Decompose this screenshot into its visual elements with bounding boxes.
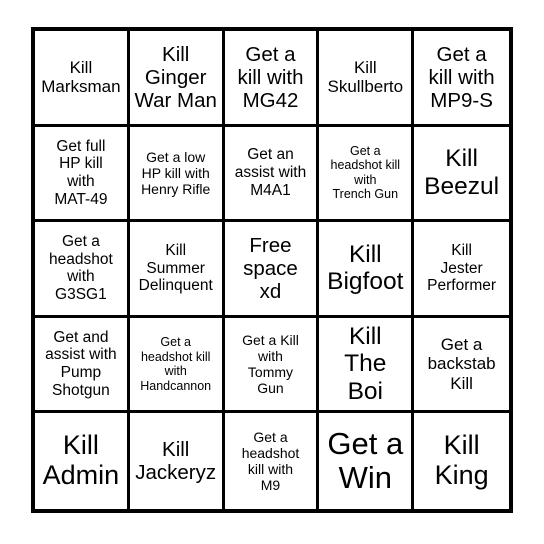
bingo-cell[interactable]: Get and assist with Pump Shotgun (35, 317, 130, 414)
bingo-cell-label: Get a Kill with Tommy Gun (242, 331, 299, 397)
bingo-cell-label: Kill Jackeryz (135, 438, 217, 485)
bingo-cell-label: Get an assist with M4A1 (234, 146, 307, 199)
bingo-cell[interactable]: Get an assist with M4A1 (224, 126, 320, 223)
bingo-cell-label: Get a kill with MG42 (237, 42, 304, 112)
bingo-cell-label: Get a headshot kill with M9 (241, 429, 300, 494)
bingo-cell-label: Free space xd (243, 233, 298, 304)
bingo-cell[interactable]: Kill Skullberto (319, 31, 415, 127)
bingo-cell[interactable]: Get a headshot kill with M9 (224, 413, 320, 509)
bingo-cell-label: Get a headshot kill with Trench Gun (330, 143, 401, 202)
bingo-cell[interactable]: Get a kill with MG42 (224, 31, 320, 127)
bingo-cell-free-space[interactable]: Free space xd (224, 222, 320, 318)
bingo-cell-label: Kill Marksman (41, 57, 121, 97)
bingo-cell[interactable]: Get a headshot kill with Trench Gun (319, 126, 415, 223)
bingo-cell-label: Kill Beezul (424, 145, 500, 200)
bingo-cell-label: Get full HP kill with MAT-49 (54, 137, 108, 208)
bingo-cell[interactable]: Kill Summer Delinquent (129, 222, 225, 318)
bingo-cell-label: Kill King (434, 430, 489, 491)
bingo-cell-label: Get a headshot with G3SG1 (49, 233, 113, 304)
bingo-cell[interactable]: Kill Admin (35, 413, 130, 509)
bingo-cell-label: Kill Ginger War Man (134, 42, 217, 112)
bingo-cell[interactable]: Kill Jackeryz (129, 413, 225, 509)
bingo-cell-label: Get a kill with MP9-S (428, 42, 495, 112)
bingo-cell[interactable]: Get a headshot with G3SG1 (35, 222, 130, 318)
bingo-cell[interactable]: Kill Bigfoot (319, 222, 415, 318)
bingo-cell[interactable]: Get a backstab Kill (414, 317, 509, 414)
bingo-cell-label: Get and assist with Pump Shotgun (45, 328, 117, 399)
bingo-cell[interactable]: Get a Win (319, 413, 415, 509)
bingo-cell[interactable]: Get a low HP kill with Henry Rifle (129, 126, 225, 223)
bingo-cell[interactable]: Kill Marksman (35, 31, 130, 127)
bingo-cell[interactable]: Get a headshot kill with Handcannon (129, 317, 225, 414)
bingo-cell-label: Kill Jester Performer (427, 242, 497, 295)
bingo-cell[interactable]: Kill Beezul (414, 126, 509, 223)
bingo-cell-label: Get a low HP kill with Henry Rifle (141, 148, 211, 197)
bingo-cell[interactable]: Kill The Boi (319, 317, 415, 414)
bingo-cell-label: Get a backstab Kill (427, 335, 496, 393)
bingo-cell[interactable]: Get full HP kill with MAT-49 (35, 126, 130, 223)
bingo-cell[interactable]: Kill Jester Performer (414, 222, 509, 318)
bingo-cell-label: Kill Skullberto (327, 57, 404, 97)
bingo-cell[interactable]: Kill Ginger War Man (129, 31, 225, 127)
bingo-cell[interactable]: Get a Kill with Tommy Gun (224, 317, 320, 414)
bingo-cell-label: Get a headshot kill with Handcannon (140, 335, 212, 393)
bingo-cell-label: Kill The Boi (344, 322, 387, 405)
bingo-cell-label: Get a Win (327, 426, 404, 496)
bingo-cell-label: Kill Bigfoot (327, 241, 404, 296)
bingo-cell[interactable]: Get a kill with MP9-S (414, 31, 509, 127)
bingo-cell[interactable]: Kill King (414, 413, 509, 509)
bingo-card-grid: Kill Marksman Kill Ginger War Man Get a ki… (31, 27, 513, 513)
bingo-cell-label: Kill Summer Delinquent (138, 242, 213, 295)
bingo-cell-label: Kill Admin (42, 430, 120, 491)
